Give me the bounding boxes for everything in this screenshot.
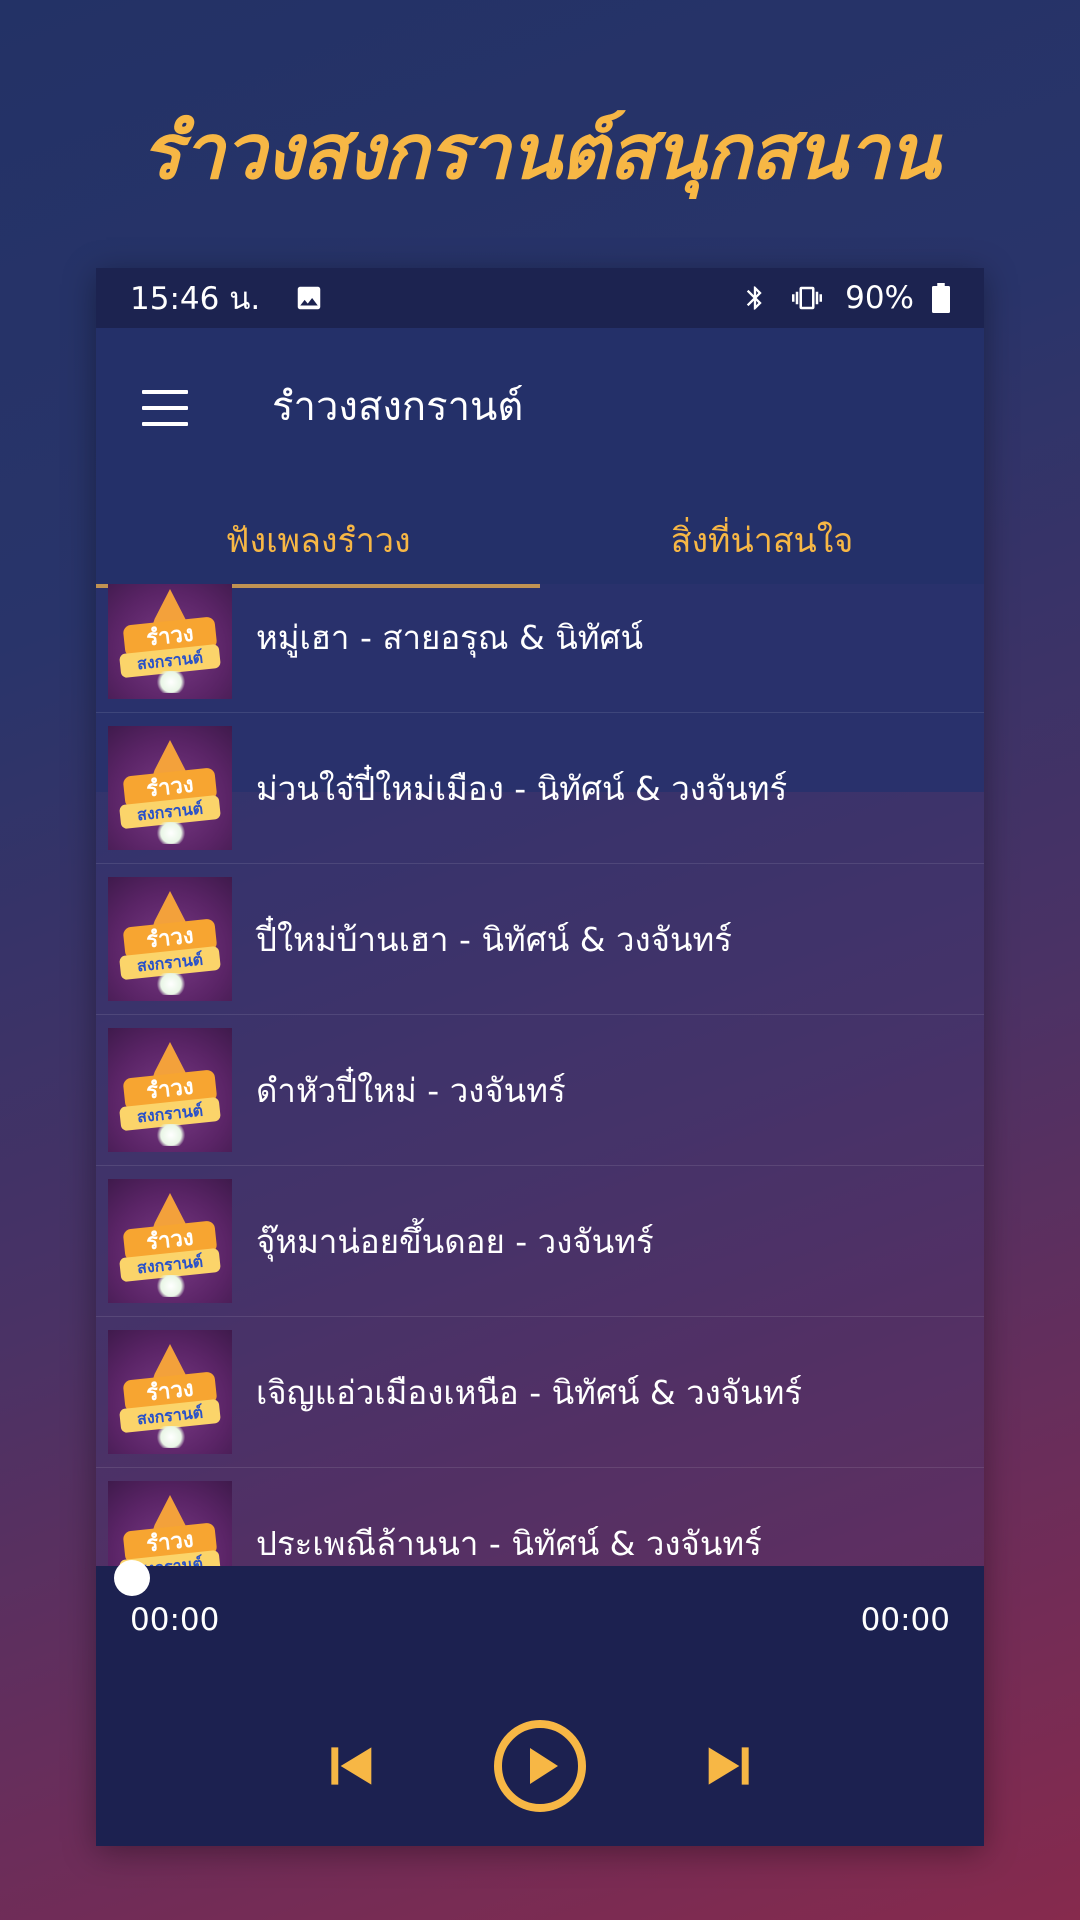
play-icon[interactable]: [492, 1718, 588, 1814]
skip-next-icon[interactable]: [698, 1734, 762, 1798]
bluetooth-icon: [741, 283, 769, 313]
list-item[interactable]: รำวง สงกรานต์ ปี๋ใหม่บ้านเฮา - นิทัศน์ &…: [96, 864, 984, 1015]
tab-label: สิ่งที่น่าสนใจ: [670, 521, 854, 561]
album-thumbnail: รำวง สงกรานต์: [108, 1330, 232, 1454]
song-title: หมู่เฮา - สายอรุณ & นิทัศน์: [256, 617, 644, 657]
song-list: รำวง สงกรานต์ หมู่เฮา - สายอรุณ & นิทัศน…: [96, 584, 984, 1586]
player-bar: 00:00 00:00: [96, 1560, 984, 1846]
image-icon: [294, 283, 324, 313]
app-title: รำวงสงกรานต์: [272, 384, 524, 430]
status-indicators: 90%: [741, 280, 950, 316]
album-thumbnail: รำวง สงกรานต์: [108, 1028, 232, 1152]
status-bar: 15:46 น. 90%: [96, 268, 984, 328]
battery-icon: [932, 283, 950, 313]
album-thumbnail: รำวง สงกรานต์: [108, 877, 232, 1001]
song-title: ดำหัวปี๋ใหม่ - วงจันทร์: [256, 1070, 566, 1110]
seek-thumb[interactable]: [114, 1560, 150, 1596]
battery-level: 90%: [845, 280, 914, 316]
current-time: 00:00: [130, 1602, 220, 1638]
seek-bar[interactable]: [114, 1560, 984, 1596]
menu-icon[interactable]: [142, 390, 188, 426]
status-time: 15:46 น.: [130, 281, 261, 317]
vibrate-icon: [787, 283, 827, 313]
list-item[interactable]: รำวง สงกรานต์ ม่วนใจ๋ปี๋ใหม่เมือง - นิทั…: [96, 713, 984, 864]
skip-previous-icon[interactable]: [318, 1734, 382, 1798]
tab-interesting[interactable]: สิ่งที่น่าสนใจ: [540, 496, 984, 584]
list-item[interactable]: รำวง สงกรานต์ หมู่เฮา - สายอรุณ & นิทัศน…: [96, 584, 984, 713]
tab-label: ฟังเพลงรำวง: [225, 521, 411, 561]
song-title: ประเพณีล้านนา - นิทัศน์ & วงจันทร์: [256, 1523, 762, 1563]
list-item[interactable]: รำวง สงกรานต์ ดำหัวปี๋ใหม่ - วงจันทร์: [96, 1015, 984, 1166]
playback-controls: [96, 1716, 984, 1816]
tab-listen[interactable]: ฟังเพลงรำวง: [96, 496, 540, 588]
song-title: เจิญแอ่วเมืองเหนือ - นิทัศน์ & วงจันทร์: [256, 1372, 803, 1412]
song-title: จุ๊หมาน่อยขึ้นดอย - วงจันทร์: [256, 1221, 654, 1261]
total-time: 00:00: [860, 1602, 950, 1638]
song-title: ม่วนใจ๋ปี๋ใหม่เมือง - นิทัศน์ & วงจันทร์: [256, 768, 788, 808]
song-title: ปี๋ใหม่บ้านเฮา - นิทัศน์ & วงจันทร์: [256, 919, 732, 959]
tab-bar: ฟังเพลงรำวง สิ่งที่น่าสนใจ: [96, 496, 984, 588]
promo-title: รำวงสงกรานต์สนุกสนาน: [141, 107, 940, 196]
phone-screen: 15:46 น. 90% รำวงสงกรานต์ ฟังเพลงรำวง สิ…: [96, 268, 984, 1846]
list-item[interactable]: รำวง สงกรานต์ จุ๊หมาน่อยขึ้นดอย - วงจันท…: [96, 1166, 984, 1317]
album-thumbnail: รำวง สงกรานต์: [108, 726, 232, 850]
album-thumbnail: รำวง สงกรานต์: [108, 1179, 232, 1303]
album-thumbnail: รำวง สงกรานต์: [108, 584, 232, 699]
list-item[interactable]: รำวง สงกรานต์ เจิญแอ่วเมืองเหนือ - นิทัศ…: [96, 1317, 984, 1468]
